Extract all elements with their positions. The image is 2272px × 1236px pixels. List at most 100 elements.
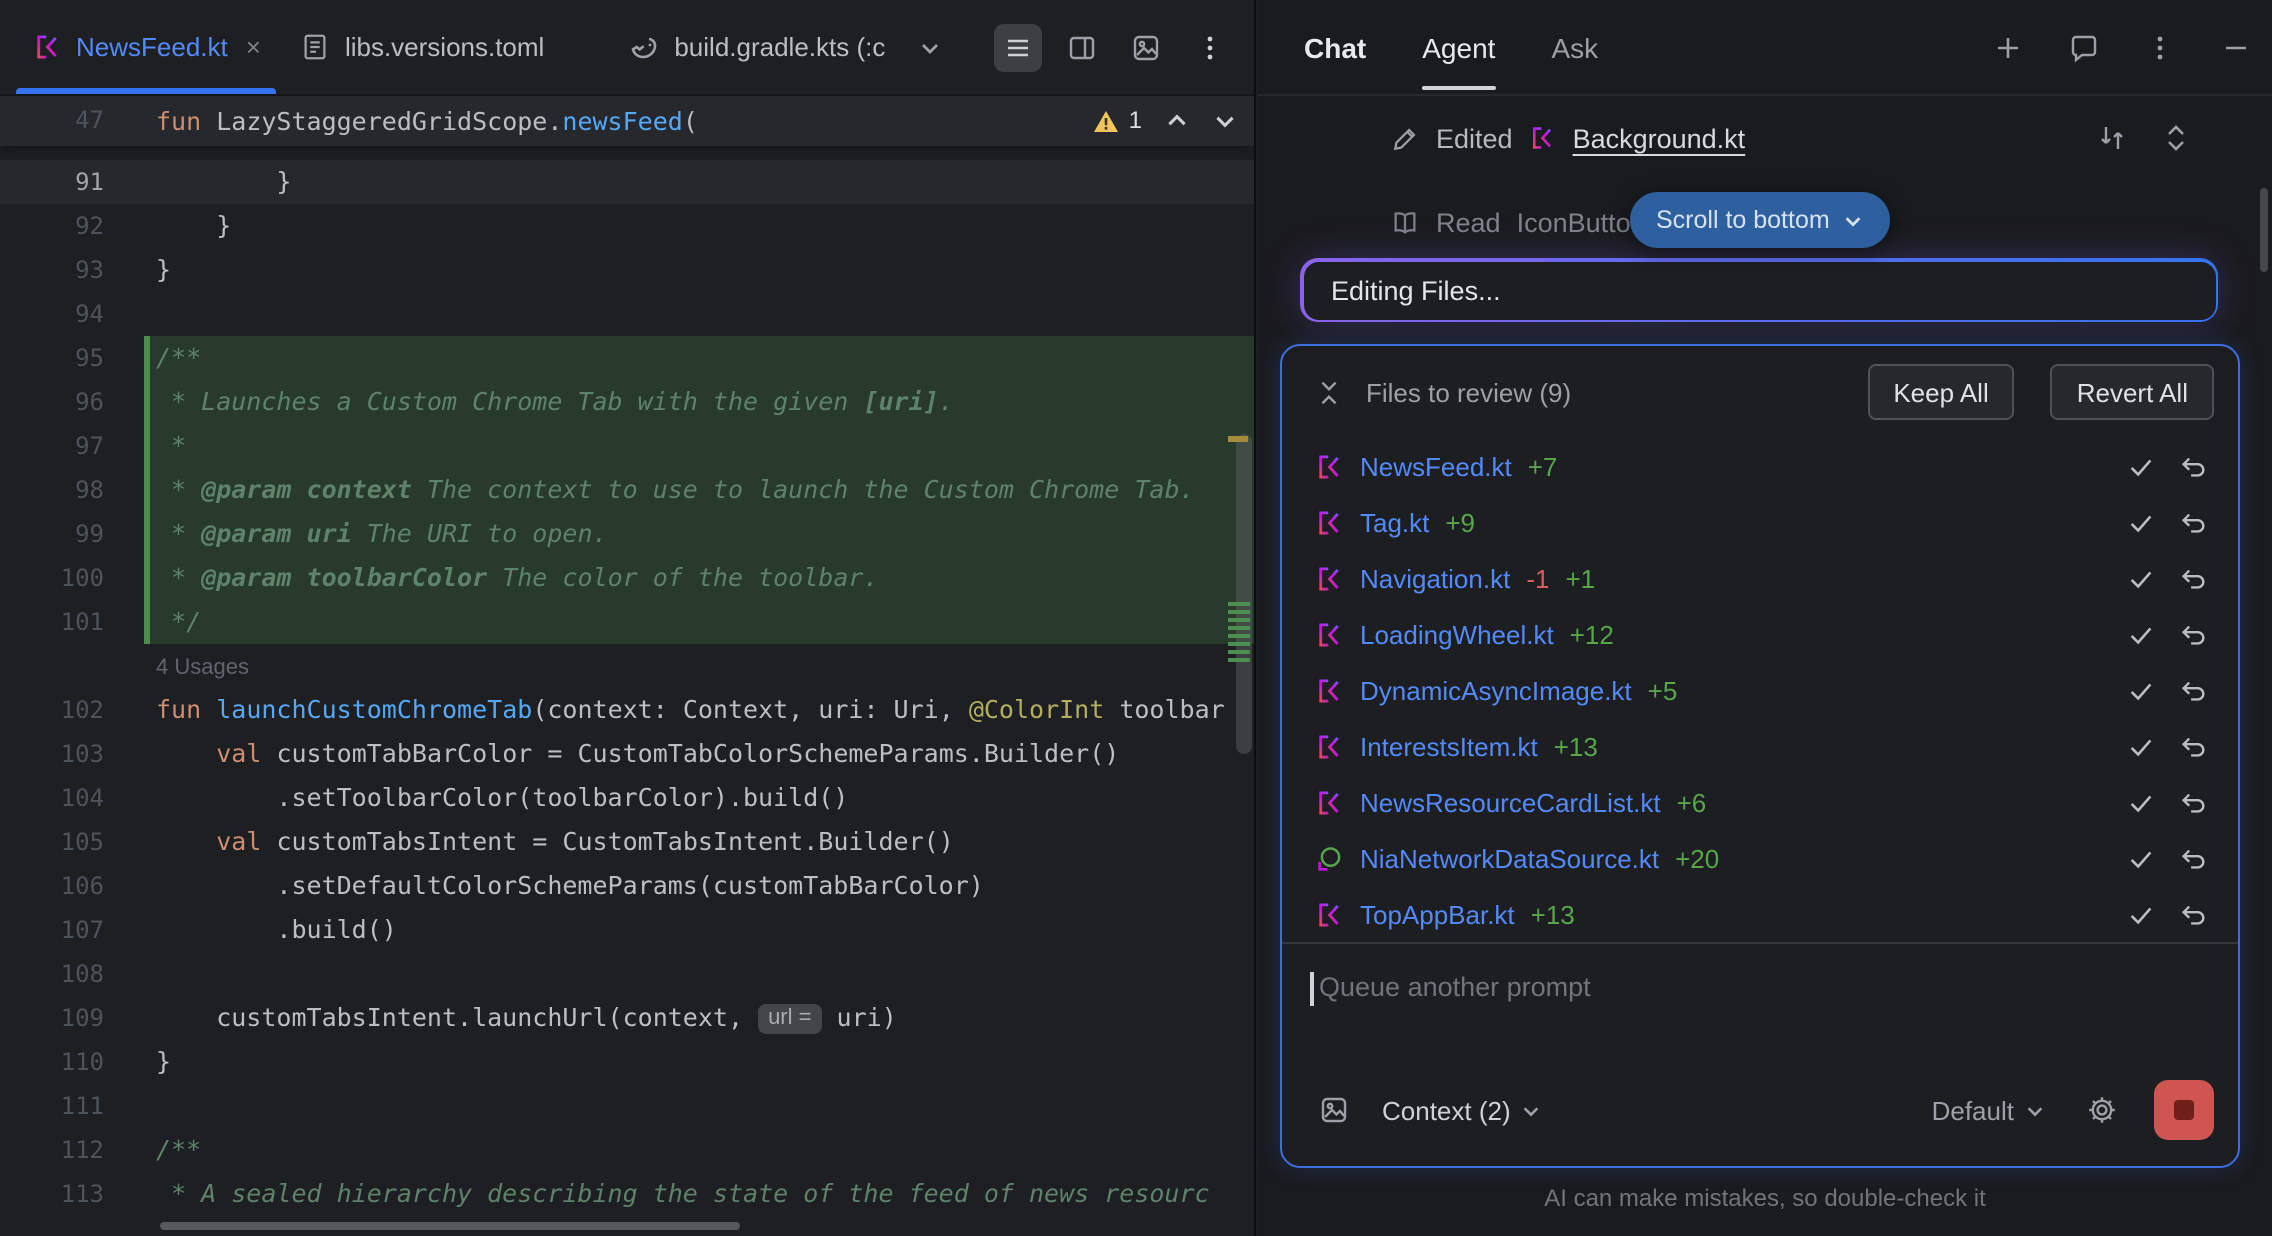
sticky-line: 47 fun LazyStaggeredGridScope.newsFeed( … [0,96,1254,146]
edited-file-link[interactable]: Background.kt [1573,123,1746,153]
expand-collapse-icon[interactable] [2160,122,2192,154]
revert-file-icon[interactable] [2174,840,2210,876]
code-line: 109 customTabsIntent.launchUrl(context, … [0,996,1254,1040]
keep-file-check-icon[interactable] [2122,504,2158,540]
new-chat-plus-icon[interactable] [1984,24,2032,72]
file-review-row: TopAppBar.kt +13 [1282,886,2238,942]
kotlin-file-icon [1529,124,1557,152]
file-link[interactable]: NiaNetworkDataSource.kt [1360,843,1659,873]
history-edited-row[interactable]: Edited Background.kt [1390,116,2192,160]
tab-build-gradle-kts[interactable]: build.gradle.kts (:c [608,0,905,94]
revert-all-button[interactable]: Revert All [2051,364,2214,420]
status-text: Editing Files... [1331,275,1501,305]
file-link[interactable]: InterestsItem.kt [1360,731,1538,761]
file-link[interactable]: Navigation.kt [1360,563,1510,593]
conversations-icon[interactable] [2060,24,2108,72]
close-tab-icon[interactable]: × [246,32,261,62]
keep-file-check-icon[interactable] [2122,616,2158,652]
file-link[interactable]: LoadingWheel.kt [1360,619,1554,649]
revert-file-icon[interactable] [2174,896,2210,932]
code-line: 100 * @param toolbarColor The color of t… [0,556,1254,600]
file-review-row: NewsFeed.kt +7 [1282,438,2238,494]
code-line: 98 * @param context The context to use t… [0,468,1254,512]
sticky-code: fun LazyStaggeredGridScope.newsFeed( [144,96,1254,146]
keep-file-check-icon[interactable] [2122,728,2158,764]
code-line: 93} [0,248,1254,292]
pencil-icon [1390,123,1420,153]
file-link[interactable]: DynamicAsyncImage.kt [1360,675,1632,705]
diff-added: +1 [1565,563,1595,593]
show-diff-icon[interactable] [2096,122,2128,154]
chat-more-options-icon[interactable] [2136,24,2184,72]
settings-gear-icon[interactable] [2078,1086,2126,1134]
more-options-icon[interactable] [1186,23,1234,71]
editor-tab-bar: NewsFeed.kt × libs.versions.toml build.g… [0,0,1254,96]
code-line: 92 } [0,204,1254,248]
keep-file-check-icon[interactable] [2122,896,2158,932]
split-editor-icon[interactable] [1058,23,1106,71]
collapse-icon[interactable] [1310,374,1346,410]
chat-header-actions [1984,0,2264,96]
list-view-icon[interactable] [994,23,1042,71]
code-line: 95/** [0,336,1254,380]
tab-label: NewsFeed.kt [76,32,228,62]
revert-file-icon[interactable] [2174,560,2210,596]
revert-file-icon[interactable] [2174,504,2210,540]
prompt-input[interactable]: Queue another prompt [1282,944,2238,1070]
history-action: Read [1436,207,1501,237]
diff-added: +6 [1677,787,1707,817]
scroll-to-bottom-label: Scroll to bottom [1656,206,1830,234]
tab-label: build.gradle.kts (:c [674,32,885,62]
stop-button[interactable] [2154,1080,2214,1140]
chat-scrollbar[interactable] [2260,188,2268,272]
revert-file-icon[interactable] [2174,616,2210,652]
code-line: 111 [0,1084,1254,1128]
kotlin-interface-icon [1314,843,1344,873]
file-review-row: NewsResourceCardList.kt +6 [1282,774,2238,830]
tab-ask[interactable]: Ask [1551,0,1598,95]
read-icon [1390,207,1420,237]
history-row-actions [2096,122,2192,154]
revert-file-icon[interactable] [2174,672,2210,708]
tab-agent[interactable]: Agent [1422,0,1495,95]
file-review-row: InterestsItem.kt +13 [1282,718,2238,774]
chevron-down-icon [1521,1099,1543,1121]
model-selector[interactable]: Default [1932,1095,2046,1125]
keep-file-check-icon[interactable] [2122,784,2158,820]
keep-file-check-icon[interactable] [2122,560,2158,596]
tab-libs-versions-toml[interactable]: libs.versions.toml [281,0,564,94]
scrollbar-added-lines-mark [1228,602,1250,666]
file-link[interactable]: NewsFeed.kt [1360,451,1512,481]
revert-file-icon[interactable] [2174,728,2210,764]
code-line: 94 [0,292,1254,336]
editor-vertical-scrollbar[interactable] [1236,434,1252,754]
file-link[interactable]: TopAppBar.kt [1360,899,1515,929]
file-review-row: Tag.kt +9 [1282,494,2238,550]
keep-file-check-icon[interactable] [2122,448,2158,484]
diff-added: +7 [1528,451,1558,481]
scroll-to-bottom-button[interactable]: Scroll to bottom [1630,192,1890,248]
review-header: Files to review (9) Keep All Revert All [1282,346,2238,438]
attach-image-icon[interactable] [1310,1086,1358,1134]
code-line: 108 [0,952,1254,996]
screenshot-icon[interactable] [1122,23,1170,71]
file-link[interactable]: Tag.kt [1360,507,1429,537]
revert-file-icon[interactable] [2174,784,2210,820]
editor-toolbar [994,23,1254,71]
keep-all-button[interactable]: Keep All [1867,364,2014,420]
kotlin-file-icon [1314,787,1344,817]
keep-file-check-icon[interactable] [2122,840,2158,876]
context-selector[interactable]: Context (2) [1382,1095,1543,1125]
code-editor[interactable]: 91 }92 }93}9495/**96 * Launches a Custom… [0,96,1254,1236]
file-link[interactable]: NewsResourceCardList.kt [1360,787,1661,817]
next-issue-chevron-icon[interactable] [1212,108,1238,134]
code-line: 104 .setToolbarColor(toolbarColor).build… [0,776,1254,820]
revert-file-icon[interactable] [2174,448,2210,484]
hide-panel-icon[interactable] [2212,24,2260,72]
warning-icon[interactable] [1093,107,1121,135]
prev-issue-chevron-icon[interactable] [1164,108,1190,134]
tab-newsfeed-kt[interactable]: NewsFeed.kt × [12,0,281,94]
hidden-tabs-chevron-icon[interactable] [909,27,949,67]
editor-horizontal-scrollbar[interactable] [160,1222,740,1230]
keep-file-check-icon[interactable] [2122,672,2158,708]
